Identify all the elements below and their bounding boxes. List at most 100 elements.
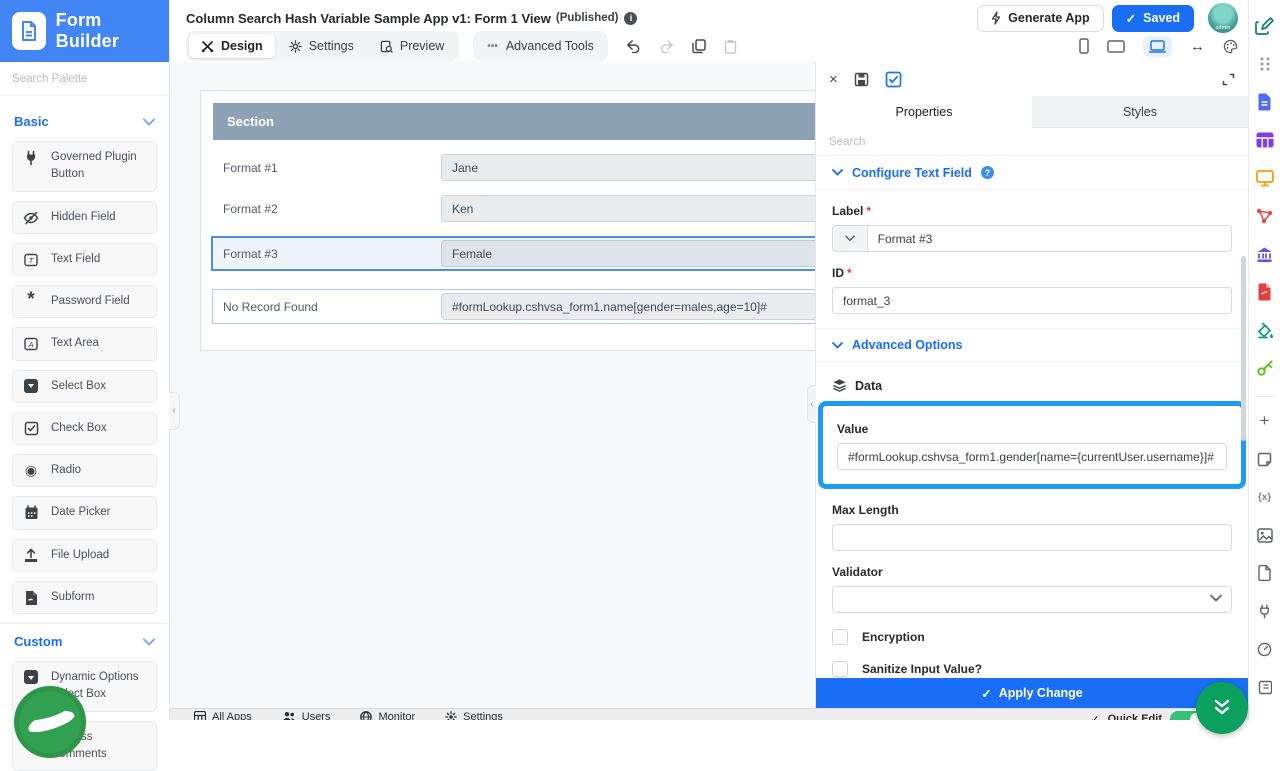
bottom-nav-users[interactable]: Users bbox=[282, 711, 331, 720]
max-length-input[interactable] bbox=[832, 524, 1232, 551]
top-bar: Column Search Hash Variable Sample App v… bbox=[170, 0, 1248, 62]
document-title: Column Search Hash Variable Sample App v… bbox=[186, 11, 551, 26]
process-flow-icon[interactable] bbox=[1254, 204, 1276, 228]
edit-form-icon[interactable] bbox=[1254, 14, 1276, 38]
panel-collapse-handle[interactable]: ‹ bbox=[807, 385, 816, 423]
tablet-view-icon[interactable] bbox=[1107, 40, 1125, 53]
avatar[interactable]: admin bbox=[1208, 3, 1238, 33]
document-icon[interactable] bbox=[1254, 561, 1276, 585]
svg-text:A: A bbox=[27, 340, 33, 349]
required-asterisk: * bbox=[847, 266, 852, 280]
mobile-view-icon[interactable] bbox=[1079, 38, 1089, 54]
palette-item-governed-plugin-button[interactable]: Governed Plugin Button bbox=[12, 141, 157, 192]
permission-key-icon[interactable] bbox=[1254, 356, 1276, 380]
subform-file-icon bbox=[23, 590, 39, 606]
palette-group-basic[interactable]: Basic bbox=[14, 114, 155, 129]
image-gallery-icon[interactable] bbox=[1254, 523, 1276, 547]
note-icon[interactable] bbox=[1254, 447, 1276, 471]
encryption-checkbox[interactable] bbox=[832, 629, 848, 645]
palette-item-check-box[interactable]: Check Box bbox=[12, 412, 157, 445]
encryption-checkbox-row[interactable]: Encryption bbox=[832, 629, 1232, 645]
palette-item-password-field[interactable]: * Password Field bbox=[12, 285, 157, 318]
close-icon[interactable]: × bbox=[829, 71, 838, 88]
bottom-nav-settings[interactable]: Settings bbox=[445, 711, 503, 720]
palette-sidebar: Form Builder Basic Governed Plugin Butto… bbox=[0, 0, 170, 720]
palette-search-input[interactable] bbox=[12, 73, 157, 85]
palette-item-text-area[interactable]: A Text Area bbox=[12, 327, 157, 360]
userview-monitor-icon[interactable] bbox=[1254, 166, 1276, 190]
id-input[interactable] bbox=[832, 287, 1232, 314]
plugin-plug-icon[interactable] bbox=[1254, 599, 1276, 623]
tab-preview[interactable]: Preview bbox=[368, 34, 456, 58]
undo-icon[interactable] bbox=[626, 39, 641, 53]
apply-change-button[interactable]: ✓ Apply Change bbox=[816, 678, 1248, 708]
desktop-view-icon[interactable] bbox=[1143, 36, 1172, 57]
form-builder-logo-icon bbox=[12, 12, 46, 50]
bolt-icon bbox=[991, 11, 1001, 25]
sidebar-collapse-handle[interactable]: ‹ bbox=[169, 392, 180, 430]
form-file-icon[interactable] bbox=[1254, 90, 1276, 114]
save-icon[interactable] bbox=[854, 72, 869, 87]
checked-checkbox-icon[interactable] bbox=[885, 71, 902, 88]
upload-icon bbox=[23, 548, 39, 564]
add-icon[interactable]: + bbox=[1254, 409, 1276, 433]
copy-icon[interactable] bbox=[692, 39, 706, 54]
theme-paint-icon[interactable] bbox=[1254, 318, 1276, 342]
panel-tabs: Properties Styles bbox=[816, 96, 1248, 128]
resize-width-icon[interactable]: ↔ bbox=[1190, 38, 1205, 55]
double-chevron-down-icon bbox=[1213, 698, 1231, 718]
sanitize-checkbox-row[interactable]: Sanitize Input Value? bbox=[832, 661, 1232, 677]
generate-app-button[interactable]: Generate App bbox=[977, 5, 1104, 32]
tab-settings[interactable]: Settings bbox=[277, 34, 366, 58]
panel-scrollbar[interactable] bbox=[1241, 256, 1246, 441]
redo-icon[interactable] bbox=[659, 39, 674, 53]
palette-item-file-upload[interactable]: File Upload bbox=[12, 539, 157, 572]
validator-select[interactable] bbox=[832, 586, 1232, 613]
radio-icon: ◉ bbox=[23, 463, 39, 477]
panel-search-input[interactable] bbox=[829, 136, 1235, 148]
palette-item-subform[interactable]: Subform bbox=[12, 581, 157, 614]
theme-palette-icon[interactable] bbox=[1223, 39, 1238, 54]
expand-icon[interactable] bbox=[1222, 73, 1235, 86]
variable-icon[interactable]: {x} bbox=[1254, 485, 1276, 509]
advanced-tools-button[interactable]: ••• Advanced Tools bbox=[473, 31, 608, 61]
paste-icon[interactable] bbox=[724, 39, 737, 54]
governance-bank-icon[interactable] bbox=[1254, 242, 1276, 266]
right-toolbar-strip: + {x} bbox=[1248, 0, 1280, 720]
palette-item-date-picker[interactable]: Date Picker bbox=[12, 496, 157, 529]
drag-dots-icon[interactable] bbox=[1254, 52, 1276, 76]
sanitize-checkbox[interactable] bbox=[832, 661, 848, 677]
help-icon[interactable]: ? bbox=[981, 166, 994, 179]
advanced-options-section[interactable]: Advanced Options bbox=[816, 328, 1248, 362]
performance-gauge-icon[interactable] bbox=[1254, 637, 1276, 661]
log-scroll-icon[interactable] bbox=[1254, 675, 1276, 699]
check-icon: ✓ bbox=[1090, 713, 1099, 721]
palette-item-select-box[interactable]: Select Box bbox=[12, 370, 157, 403]
label-input[interactable] bbox=[867, 225, 1232, 252]
bottom-nav-monitor[interactable]: Monitor bbox=[360, 711, 415, 720]
gear-icon bbox=[289, 40, 302, 53]
tab-styles[interactable]: Styles bbox=[1032, 96, 1248, 128]
report-pdf-icon[interactable] bbox=[1254, 280, 1276, 304]
saved-button[interactable]: ✓ Saved bbox=[1112, 5, 1194, 32]
bottom-nav-all-apps[interactable]: All Apps bbox=[194, 711, 252, 720]
palette-item-radio[interactable]: ◉ Radio bbox=[12, 454, 157, 487]
tab-properties[interactable]: Properties bbox=[816, 96, 1032, 128]
select-box-icon bbox=[23, 670, 39, 684]
scroll-down-fab[interactable] bbox=[1196, 682, 1248, 734]
chevron-down-icon bbox=[832, 342, 843, 349]
chevron-down-icon bbox=[143, 118, 155, 126]
info-icon[interactable]: i bbox=[624, 12, 637, 25]
ellipsis-icon: ••• bbox=[487, 41, 498, 52]
tab-design[interactable]: Design bbox=[189, 34, 275, 58]
check-icon: ✓ bbox=[981, 686, 991, 701]
mode-tabs: Design Settings Preview bbox=[186, 31, 459, 61]
value-input[interactable] bbox=[837, 443, 1227, 470]
datalist-table-icon[interactable] bbox=[1254, 128, 1276, 152]
palette-item-hidden-field[interactable]: Hidden Field bbox=[12, 201, 157, 234]
palette-item-text-field[interactable]: T Text Field bbox=[12, 243, 157, 276]
label-type-dropdown[interactable] bbox=[832, 225, 867, 252]
palette-group-custom[interactable]: Custom bbox=[14, 634, 155, 649]
gear-icon bbox=[445, 711, 457, 720]
configure-text-field-section[interactable]: Configure Text Field ? bbox=[816, 156, 1248, 190]
